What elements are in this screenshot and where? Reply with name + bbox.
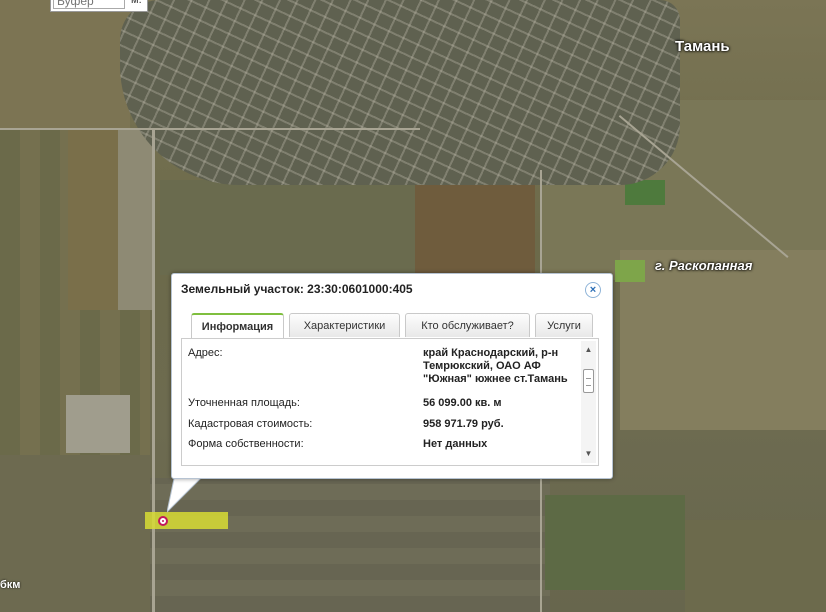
ownership-value: Нет данных: [423, 438, 488, 450]
buffer-control: м.: [50, 0, 148, 12]
map-field: [620, 250, 826, 430]
map-field: [66, 395, 130, 453]
buffer-unit-label: м.: [131, 0, 142, 6]
area-label: Уточненная площадь:: [188, 397, 300, 409]
town-area: [120, 0, 680, 185]
address-value: край Краснодарский, р-н Темрюкский, ОАО …: [423, 347, 568, 385]
info-panel: Адрес: край Краснодарский, р-н Темрюкски…: [181, 338, 599, 466]
info-scrollbar[interactable]: ▲ ▼: [581, 341, 596, 463]
scroll-thumb[interactable]: [583, 369, 594, 393]
road: [152, 130, 155, 612]
tab-services[interactable]: Услуги: [535, 313, 593, 337]
map-field: [685, 520, 826, 612]
map-field: [545, 495, 685, 590]
tab-who-serves[interactable]: Кто обслуживает?: [405, 313, 530, 337]
cadastral-value-label: Кадастровая стоимость:: [188, 418, 313, 430]
road: [0, 128, 420, 130]
area-value: 56 099.00 кв. м: [423, 397, 502, 409]
popup-title: Земельный участок: 23:30:0601000:405: [181, 282, 413, 296]
tab-characteristics[interactable]: Характеристики: [289, 313, 400, 337]
popup-pointer: [167, 474, 206, 513]
map-field: [615, 260, 645, 282]
scroll-down-arrow-icon[interactable]: ▼: [581, 447, 596, 461]
ownership-label: Форма собственности:: [188, 438, 304, 450]
map-field: [0, 455, 150, 612]
map-field: [118, 130, 153, 310]
scale-label: бкм: [0, 579, 21, 591]
town-label-taman: Тамань: [675, 38, 730, 55]
cadastral-value: 958 971.79 руб.: [423, 418, 504, 430]
hill-label: г. Раскопанная: [655, 258, 753, 273]
location-marker-icon[interactable]: [158, 516, 168, 526]
map-field: [68, 130, 118, 310]
close-button[interactable]: ×: [585, 282, 601, 298]
map-field: [0, 0, 130, 130]
buffer-input[interactable]: [53, 0, 125, 9]
parcel-info-popup: Земельный участок: 23:30:0601000:405 × И…: [171, 273, 613, 479]
scroll-up-arrow-icon[interactable]: ▲: [581, 343, 596, 357]
popup-tabs: Информация Характеристики Кто обслуживае…: [191, 313, 594, 338]
tab-info[interactable]: Информация: [191, 313, 284, 338]
map-field: [150, 478, 550, 612]
address-label: Адрес:: [188, 347, 223, 359]
map-field: [160, 180, 415, 275]
map-field: [415, 178, 535, 273]
